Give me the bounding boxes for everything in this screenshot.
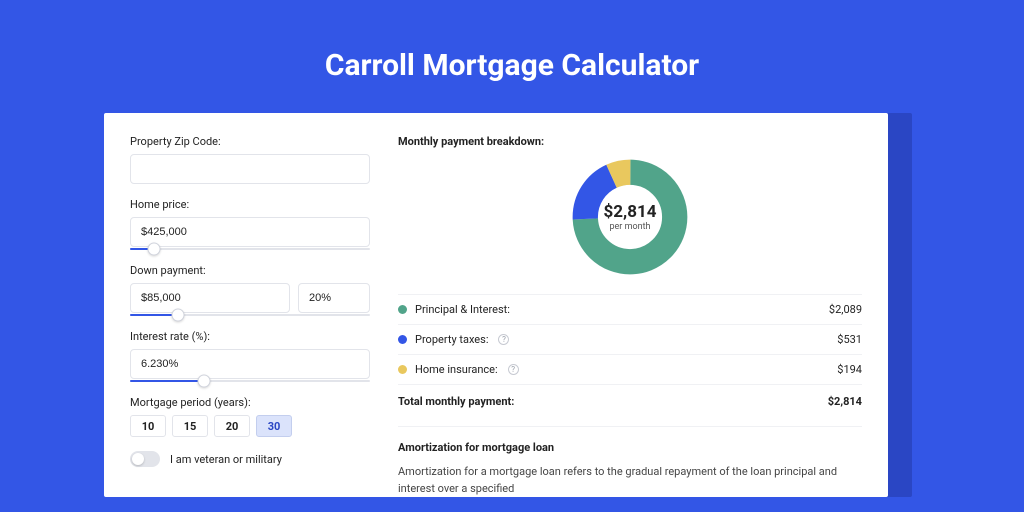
down-payment-input[interactable] bbox=[130, 283, 290, 313]
interest-input[interactable] bbox=[130, 349, 370, 379]
interest-slider-thumb[interactable] bbox=[198, 375, 211, 388]
home-price-slider-thumb[interactable] bbox=[148, 243, 161, 256]
down-payment-slider-thumb[interactable] bbox=[172, 309, 185, 322]
period-option-10[interactable]: 10 bbox=[130, 415, 166, 437]
down-payment-pct-input[interactable] bbox=[298, 283, 370, 313]
dot-principal bbox=[398, 305, 407, 314]
amortization-text: Amortization for a mortgage loan refers … bbox=[398, 464, 862, 497]
legend-row-insurance: Home insurance: ? $194 bbox=[398, 354, 862, 384]
down-payment-slider[interactable] bbox=[130, 314, 370, 316]
dot-insurance bbox=[398, 365, 407, 374]
home-price-input[interactable] bbox=[130, 217, 370, 247]
total-label: Total monthly payment: bbox=[398, 395, 514, 408]
help-icon[interactable]: ? bbox=[508, 364, 519, 375]
donut-center-amount: $2,814 bbox=[604, 202, 657, 222]
interest-slider-fill bbox=[130, 380, 204, 382]
amortization-section: Amortization for mortgage loan Amortizat… bbox=[398, 426, 862, 497]
total-row: Total monthly payment: $2,814 bbox=[398, 384, 862, 420]
legend-value-taxes: $531 bbox=[837, 333, 862, 346]
calculator-card: Property Zip Code: Home price: Down paym… bbox=[104, 113, 888, 497]
period-option-15[interactable]: 15 bbox=[172, 415, 208, 437]
veteran-toggle-knob bbox=[132, 453, 144, 465]
dot-taxes bbox=[398, 335, 407, 344]
zip-input[interactable] bbox=[130, 154, 370, 184]
period-option-30[interactable]: 30 bbox=[256, 415, 292, 437]
veteran-toggle[interactable] bbox=[130, 451, 160, 467]
veteran-label: I am veteran or military bbox=[170, 453, 282, 466]
amortization-title: Amortization for mortgage loan bbox=[398, 441, 862, 454]
legend-value-principal: $2,089 bbox=[829, 303, 862, 316]
interest-label: Interest rate (%): bbox=[130, 330, 370, 343]
donut-center-sub: per month bbox=[609, 222, 650, 232]
form-panel: Property Zip Code: Home price: Down paym… bbox=[130, 135, 370, 497]
legend-label-insurance: Home insurance: bbox=[415, 363, 498, 376]
total-value: $2,814 bbox=[828, 395, 862, 408]
period-option-20[interactable]: 20 bbox=[214, 415, 250, 437]
down-payment-label: Down payment: bbox=[130, 264, 370, 277]
period-label: Mortgage period (years): bbox=[130, 396, 370, 409]
card-shadow: Property Zip Code: Home price: Down paym… bbox=[112, 113, 912, 497]
legend-row-taxes: Property taxes: ? $531 bbox=[398, 324, 862, 354]
breakdown-title: Monthly payment breakdown: bbox=[398, 135, 862, 148]
home-price-label: Home price: bbox=[130, 198, 370, 211]
legend-label-principal: Principal & Interest: bbox=[415, 303, 510, 316]
period-options: 10 15 20 30 bbox=[130, 415, 370, 437]
breakdown-panel: Monthly payment breakdown: bbox=[398, 135, 862, 497]
legend-label-taxes: Property taxes: bbox=[415, 333, 488, 346]
legend-value-insurance: $194 bbox=[837, 363, 862, 376]
interest-slider[interactable] bbox=[130, 380, 370, 382]
breakdown-donut-chart: $2,814 per month bbox=[571, 158, 689, 276]
home-price-slider[interactable] bbox=[130, 248, 370, 250]
legend-row-principal: Principal & Interest: $2,089 bbox=[398, 294, 862, 324]
help-icon[interactable]: ? bbox=[498, 334, 509, 345]
zip-label: Property Zip Code: bbox=[130, 135, 370, 148]
page-title: Carroll Mortgage Calculator bbox=[112, 48, 912, 83]
